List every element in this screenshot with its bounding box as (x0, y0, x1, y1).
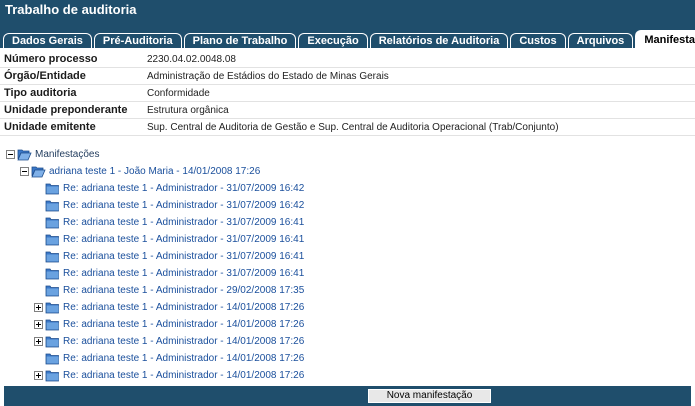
tree-node-label[interactable]: Re: adriana teste 1 - Administrador - 31… (63, 268, 304, 279)
info-row: Unidade emitente Sup. Central de Auditori… (0, 119, 695, 136)
tree-child-node[interactable]: Re: adriana teste 1 - Administrador - 14… (34, 334, 304, 349)
folder-icon (45, 353, 59, 365)
info-value: 2230.04.02.0048.08 (147, 53, 236, 65)
plus-expander-icon[interactable] (34, 337, 43, 346)
tree-child-node[interactable]: Re: adriana teste 1 - Administrador - 31… (34, 249, 304, 264)
minus-expander-icon[interactable] (6, 150, 15, 159)
plus-expander-icon[interactable] (34, 320, 43, 329)
plus-expander-icon[interactable] (34, 303, 43, 312)
folder-icon (45, 370, 59, 382)
tree-node-label[interactable]: Re: adriana teste 1 - Administrador - 14… (63, 370, 304, 381)
folder-icon (17, 149, 32, 161)
tab-strip: Dados Gerais Pré-Auditoria Plano de Trabal… (0, 19, 695, 48)
tab-relatorios-de-auditoria[interactable]: Relatórios de Auditoria (369, 33, 509, 48)
info-label: Tipo auditoria (4, 87, 77, 99)
tree-node-label[interactable]: Re: adriana teste 1 - Administrador - 31… (63, 217, 304, 228)
tab-dados-gerais[interactable]: Dados Gerais (3, 33, 92, 48)
tree-node-label[interactable]: Re: adriana teste 1 - Administrador - 31… (63, 234, 304, 245)
folder-icon (45, 251, 59, 263)
info-row: Número processo 2230.04.02.0048.08 (0, 51, 695, 68)
tree-child-node[interactable]: Re: adriana teste 1 - Administrador - 31… (34, 215, 304, 230)
folder-icon (45, 234, 59, 246)
info-value: Estrutura orgânica (147, 104, 229, 116)
tree-node-label[interactable]: Re: adriana teste 1 - Administrador - 14… (63, 319, 304, 330)
tree-node-label[interactable]: Re: adriana teste 1 - Administrador - 29… (63, 285, 304, 296)
info-label: Unidade emitente (4, 121, 96, 133)
tree-child-node[interactable]: Re: adriana teste 1 - Administrador - 14… (34, 300, 304, 315)
folder-icon (45, 183, 59, 195)
folder-icon (45, 268, 59, 280)
info-value: Administração de Estádios do Estado de M… (147, 70, 389, 82)
tree-node-label[interactable]: Re: adriana teste 1 - Administrador - 31… (63, 183, 304, 194)
minus-expander-icon[interactable] (20, 167, 29, 176)
tab-manifestacoes[interactable]: Manifestações (635, 30, 695, 48)
tree-child-node[interactable]: Re: adriana teste 1 - Administrador - 29… (34, 283, 304, 298)
info-label: Órgão/Entidade (4, 70, 86, 82)
process-info-table: Número processo 2230.04.02.0048.08 Órgão/E… (0, 51, 695, 136)
info-row: Órgão/Entidade Administração de Estádios … (0, 68, 695, 85)
tree-child-node[interactable]: Re: adriana teste 1 - Administrador - 31… (34, 198, 304, 213)
window-title: Trabalho de auditoria (0, 0, 695, 19)
tab-arquivos[interactable]: Arquivos (567, 33, 634, 48)
info-label: Número processo (4, 53, 98, 65)
tree-node-label[interactable]: Manifestações (35, 149, 99, 160)
new-manifestation-button[interactable]: Nova manifestação (368, 389, 491, 403)
folder-icon (45, 302, 59, 314)
footer-bar: Nova manifestação (4, 386, 691, 406)
tree-node-label[interactable]: Re: adriana teste 1 - Administrador - 14… (63, 353, 304, 364)
info-value: Conformidade (147, 87, 210, 99)
tree-child-node[interactable]: Re: adriana teste 1 - Administrador - 31… (34, 266, 304, 281)
tab-execucao[interactable]: Execução (298, 33, 368, 48)
tree-node-label[interactable]: adriana teste 1 - João Maria - 14/01/200… (49, 166, 260, 177)
folder-icon (45, 217, 59, 229)
tab-list: Dados Gerais Pré-Auditoria Plano de Trabal… (3, 30, 695, 48)
plus-expander-icon[interactable] (34, 371, 43, 380)
tree-root-manifestacoes[interactable]: Manifestações (6, 147, 99, 162)
folder-icon (45, 319, 59, 331)
tree-node-label[interactable]: Re: adriana teste 1 - Administrador - 14… (63, 336, 304, 347)
folder-icon (45, 285, 59, 297)
info-label: Unidade preponderante (4, 104, 128, 116)
tree-node-label[interactable]: Re: adriana teste 1 - Administrador - 31… (63, 200, 304, 211)
info-value: Sup. Central de Auditoria de Gestão e Su… (147, 121, 559, 133)
tab-custos[interactable]: Custos (510, 33, 566, 48)
tab-plano-de-trabalho[interactable]: Plano de Trabalho (183, 33, 297, 48)
folder-icon (31, 166, 46, 178)
tree-child-node[interactable]: Re: adriana teste 1 - Administrador - 31… (34, 232, 304, 247)
folder-icon (45, 200, 59, 212)
tree-child-node[interactable]: Re: adriana teste 1 - Administrador - 14… (34, 351, 304, 366)
tab-pre-auditoria[interactable]: Pré-Auditoria (93, 33, 182, 48)
tree-child-node[interactable]: Re: adriana teste 1 - Administrador - 31… (34, 181, 304, 196)
folder-icon (45, 336, 59, 348)
tree-child-node[interactable]: Re: adriana teste 1 - Administrador - 14… (34, 317, 304, 332)
tree-node-label[interactable]: Re: adriana teste 1 - Administrador - 31… (63, 251, 304, 262)
tree-parent-node[interactable]: adriana teste 1 - João Maria - 14/01/200… (20, 164, 260, 179)
info-row: Tipo auditoria Conformidade (0, 85, 695, 102)
tree-node-label[interactable]: Re: adriana teste 1 - Administrador - 14… (63, 302, 304, 313)
info-row: Unidade preponderante Estrutura orgânica (0, 102, 695, 119)
tree-child-node[interactable]: Re: adriana teste 1 - Administrador - 14… (34, 368, 304, 383)
